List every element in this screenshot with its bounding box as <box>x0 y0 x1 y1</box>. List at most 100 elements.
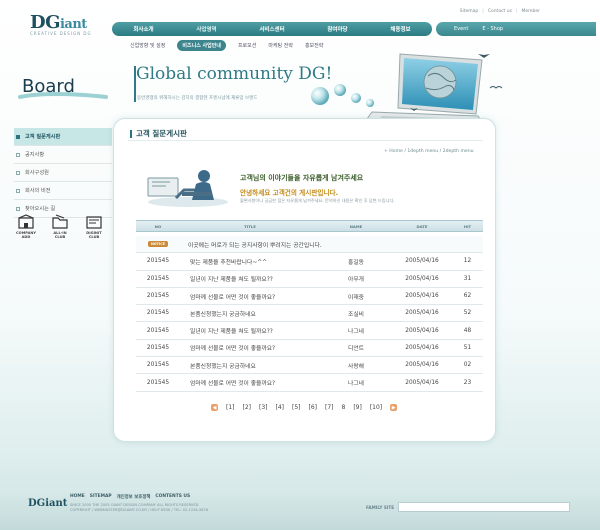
quick-allin-club[interactable]: ALL-IN CLUB <box>48 214 72 240</box>
nav-service[interactable]: 서비스센터 <box>259 25 284 33</box>
sub-nav: 신업방향 및 설정 비즈니스 사업안내 프로모션 마케팅 전략 홍보전략 <box>130 40 323 51</box>
page-link[interactable]: [10] <box>370 404 382 411</box>
util-sitemap[interactable]: Sitemap <box>460 9 479 14</box>
table-row[interactable]: 201545 맞는 제품을 추천바랍니다~^^ 홍길동 2005/04/16 1… <box>136 253 483 271</box>
prev-page-icon[interactable]: ◀ <box>211 404 218 411</box>
quick-diginit-club[interactable]: DIGINIT CLUB <box>82 214 106 240</box>
header-name: NAME <box>349 223 363 229</box>
cell-hit: 51 <box>463 344 472 351</box>
footer-home-link[interactable]: HOME <box>70 494 85 500</box>
cell-title[interactable]: 엄마께 선물로 어떤 것이 좋을까요? <box>180 292 320 301</box>
cell-hit: 02 <box>463 362 472 369</box>
util-contact[interactable]: Contact us <box>488 9 512 14</box>
cell-no: 201545 <box>146 327 170 334</box>
header-no: NO <box>154 223 162 229</box>
table-row[interactable]: 201545 엄마께 선물로 어떤 것이 좋을까요? 디언트 2005/04/1… <box>136 340 483 358</box>
page-link[interactable]: [6] <box>309 404 318 411</box>
cell-date: 2005/04/16 <box>405 344 439 351</box>
breadcrumb[interactable]: + Home / 1depth menu / 2depth menu <box>384 149 474 154</box>
cell-title[interactable]: 맞는 제품을 추천바랍니다~^^ <box>180 257 320 266</box>
cell-date: 2005/04/16 <box>405 275 439 282</box>
table-row[interactable]: 201545 일년이 지난 제품을 쳐도 될까요?? 나그네 2005/04/1… <box>136 322 483 340</box>
page-link[interactable]: [5] <box>292 404 301 411</box>
side-menu: 고객 질문게시판 공지사항 회사구성원 회사의 비전 찾아오시는 길 <box>14 128 112 218</box>
site-logo[interactable]: DGiant CREATIVE DESIGN DG <box>30 12 92 36</box>
cell-date: 2005/04/16 <box>405 310 439 317</box>
table-row[interactable]: 201545 본품신청했는지 궁금하네요 사랑해 2005/04/16 02 <box>136 357 483 375</box>
title-divider <box>128 140 483 141</box>
table-row[interactable]: 201545 일년이 지난 제품을 쳐도 될까요?? 아무개 2005/04/1… <box>136 271 483 288</box>
cell-title[interactable]: 일년이 지난 제품을 쳐도 될까요?? <box>180 326 320 335</box>
page-link[interactable]: [3] <box>259 404 268 411</box>
util-member[interactable]: Member <box>521 9 540 14</box>
page-link[interactable]: [7] <box>325 404 334 411</box>
right-nav: Event E - Shop <box>436 22 596 36</box>
cell-date: 2005/04/16 <box>405 293 439 300</box>
table-row[interactable]: 201545 엄마께 선물로 어떤 것이 좋을까요? 이재중 2005/04/1… <box>136 288 483 306</box>
quick-company-add[interactable]: COMPANY ADD <box>14 214 38 240</box>
subnav-item-2[interactable]: 비즈니스 사업안내 <box>177 40 226 51</box>
title-marker <box>130 129 132 138</box>
notice-badge: NOTICE <box>147 241 169 248</box>
cell-name: 이재중 <box>348 294 364 301</box>
notice-title[interactable]: 이곳에는 머로가 되는 공지사항이 뿌려지는 공간입니다. <box>180 240 483 249</box>
quick-label: COMPANY ADD <box>16 231 36 239</box>
cell-name: 조실비 <box>348 311 364 318</box>
footer-sitemap-link[interactable]: SITEMAP <box>90 494 112 500</box>
cell-title[interactable]: 본품신청했는지 궁금하네요 <box>180 361 320 370</box>
nav-business[interactable]: 사업영역 <box>196 25 216 33</box>
page-link[interactable]: [2] <box>243 404 252 411</box>
subnav-item-3[interactable]: 프로모션 <box>238 42 256 49</box>
nav-recruit[interactable]: 채용정보 <box>390 25 410 33</box>
cell-hit: 31 <box>463 275 472 282</box>
hero-description: 동반경쟁의 위해하시는 감치의 결합텐 프렌시넘에 재류업 브랜드 <box>137 96 258 101</box>
page-link[interactable]: [1] <box>226 404 235 411</box>
footer-contents-link[interactable]: CONTENTS US <box>155 494 190 500</box>
cell-no: 201545 <box>146 293 170 300</box>
nav-company[interactable]: 회사소개 <box>133 25 153 33</box>
footer-logo[interactable]: DGiant <box>28 498 67 509</box>
cell-no: 201545 <box>146 258 170 265</box>
content-title: 고객 질문게시판 <box>130 128 187 139</box>
board-table: NOTICE 이곳에는 머로가 되는 공지사항이 뿌려지는 공간입니다. 201… <box>136 236 483 392</box>
page-link[interactable]: [9] <box>353 404 362 411</box>
footer-privacy-link[interactable]: 개인정보 보호정책 <box>117 494 151 500</box>
cell-title[interactable]: 본품신청했는지 궁금하네요 <box>180 309 320 318</box>
bullet-icon <box>16 188 20 193</box>
cell-title[interactable]: 엄마께 선물로 어떤 것이 좋을까요? <box>180 343 320 352</box>
table-row[interactable]: 201545 본품신청했는지 궁금하네요 조실비 2005/04/16 52 <box>136 305 483 323</box>
side-item-notice[interactable]: 공지사항 <box>14 146 112 164</box>
page-link[interactable]: [4] <box>276 404 285 411</box>
cell-no: 201545 <box>146 362 170 369</box>
cell-date: 2005/04/16 <box>405 379 439 386</box>
notice-row[interactable]: NOTICE 이곳에는 머로가 되는 공지사항이 뿌려지는 공간입니다. <box>136 236 483 254</box>
nav-event[interactable]: Event <box>454 26 468 32</box>
side-item-vision[interactable]: 회사의 비전 <box>14 182 112 200</box>
folder-icon <box>52 214 68 229</box>
cell-no: 201545 <box>146 275 170 282</box>
header-date: DATE <box>416 223 428 229</box>
family-site-select[interactable] <box>398 502 571 512</box>
next-page-icon[interactable]: ▶ <box>390 404 398 411</box>
nav-eshop[interactable]: E - Shop <box>482 26 503 32</box>
cell-no: 201545 <box>146 344 170 351</box>
bullet-icon <box>16 152 20 157</box>
family-site-label: FAMILY SITE <box>366 504 395 510</box>
subnav-item-1[interactable]: 신업방향 및 설정 <box>130 42 165 49</box>
cell-hit: 48 <box>463 327 472 334</box>
side-item-members[interactable]: 회사구성원 <box>14 164 112 182</box>
cell-title[interactable]: 엄마께 선물로 어떤 것이 좋을까요? <box>180 378 320 387</box>
cell-hit: 52 <box>463 310 472 317</box>
subnav-item-4[interactable]: 마케팅 전략 <box>268 42 293 49</box>
cell-date: 2005/04/16 <box>405 258 439 265</box>
board-swash-decoration <box>18 92 108 99</box>
nav-community[interactable]: 참여마당 <box>327 25 347 33</box>
cell-name: 나그네 <box>348 381 364 388</box>
side-item-qna[interactable]: 고객 질문게시판 <box>14 128 112 146</box>
cell-title[interactable]: 일년이 지난 제품을 쳐도 될까요?? <box>180 274 320 283</box>
cell-date: 2005/04/16 <box>405 327 439 334</box>
welcome-description: 불편사항이나 궁금한 점은 자유롭게 남겨주세요. 문의하신 내용은 확인 후 … <box>240 198 395 203</box>
main-nav: 회사소개 사업영역 서비스센터 참여마당 채용정보 <box>112 22 432 36</box>
cell-hit: 23 <box>463 379 472 386</box>
table-row[interactable]: 201545 엄마께 선물로 어떤 것이 좋을까요? 나그네 2005/04/1… <box>136 374 483 392</box>
